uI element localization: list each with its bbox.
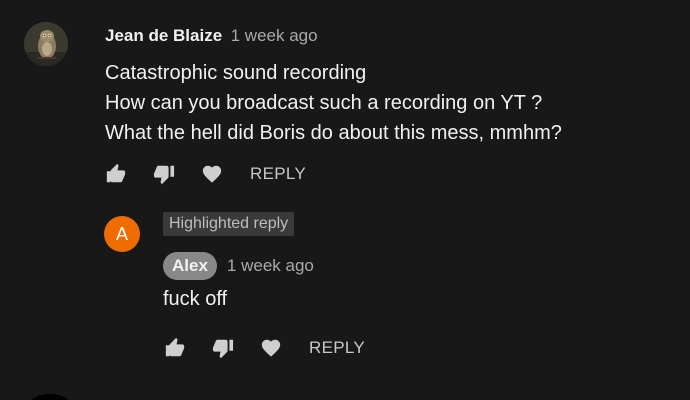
reply-reply-button[interactable]: REPLY [309,338,365,358]
comment-thread: Jean de Blaize 1 week ago Catastrophic s… [0,0,690,400]
reply-author-name[interactable]: Alex [163,252,217,280]
comment-line: How can you broadcast such a recording o… [105,92,543,114]
reply-button[interactable]: REPLY [250,164,306,184]
comment-line: Catastrophic sound recording [105,62,367,84]
heart-icon [202,165,222,183]
avatar-letter: A [115,223,128,244]
thumbs-down-icon [212,339,234,359]
reply-heart-button[interactable] [259,336,283,360]
highlighted-reply-badge: Highlighted reply [163,212,295,236]
avatar[interactable] [24,22,68,66]
thumbs-down-icon [153,165,175,185]
next-comment-avatar-edge [30,394,70,400]
heart-button[interactable] [200,162,224,186]
reply-text: fuck off [163,288,228,310]
comment-actions: REPLY [104,162,306,186]
comment-text: Catastrophic sound recording How can you… [105,58,675,148]
thumbs-up-icon [165,337,185,357]
reply-avatar[interactable]: A [104,216,140,252]
owl-avatar-image [24,22,68,66]
reply-like-button[interactable] [163,336,187,360]
reply-header: Alex 1 week ago [163,252,314,280]
reply-actions: REPLY [163,336,365,360]
heart-icon [261,339,281,357]
thumbs-up-icon [106,163,126,183]
like-button[interactable] [104,162,128,186]
comment-header: Jean de Blaize 1 week ago [105,26,318,46]
reply-timestamp[interactable]: 1 week ago [227,256,314,276]
author-name[interactable]: Jean de Blaize [105,26,222,45]
comment-line: What the hell did Boris do about this me… [105,122,562,144]
reply-dislike-button[interactable] [211,336,235,360]
timestamp[interactable]: 1 week ago [231,26,318,45]
dislike-button[interactable] [152,162,176,186]
